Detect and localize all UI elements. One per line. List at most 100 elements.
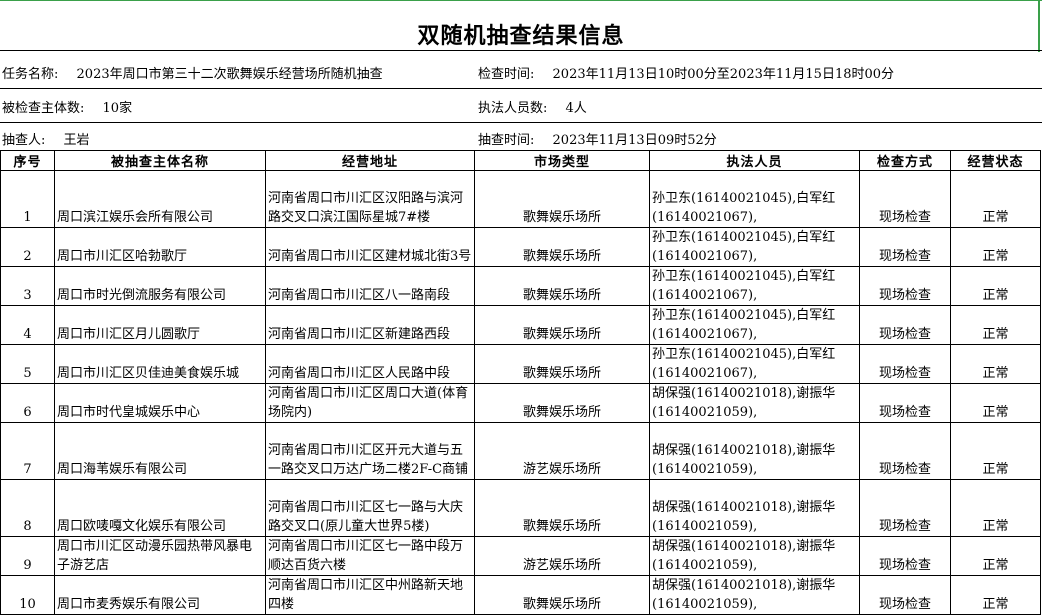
- officer-count: 执法人员数: 4人: [478, 101, 587, 117]
- subject-count-label: 被检查主体数:: [2, 101, 85, 116]
- business-address-cell[interactable]: 河南省周口市川汇区八一路南段: [265, 266, 475, 306]
- enforcement-officers-cell[interactable]: 胡保强(16140021018),谢振华(16140021059),: [649, 536, 860, 576]
- col-header-officers[interactable]: 执法人员: [649, 150, 860, 171]
- row-number-cell[interactable]: 4: [0, 305, 55, 345]
- business-status-cell[interactable]: 正常: [950, 383, 1041, 423]
- market-type-cell[interactable]: 游艺娱乐场所: [474, 536, 650, 576]
- col-header-method[interactable]: 检查方式: [859, 150, 951, 171]
- row-number-cell[interactable]: 1: [0, 170, 55, 228]
- divider: [0, 88, 1042, 89]
- market-type-cell[interactable]: 歌舞娱乐场所: [474, 266, 650, 306]
- inspection-method-cell[interactable]: 现场检查: [859, 344, 951, 384]
- officer-count-value: 4人: [565, 101, 587, 116]
- business-status-cell[interactable]: 正常: [950, 170, 1041, 228]
- business-address-cell[interactable]: 河南省周口市川汇区汉阳路与滨河路交叉口滨江国际星城7#楼: [265, 170, 475, 228]
- task-name: 任务名称: 2023年周口市第三十二次歌舞娱乐经营场所随机抽查: [2, 67, 383, 83]
- business-address-cell[interactable]: 河南省周口市川汇区周口大道(体育场院内): [265, 383, 475, 423]
- enforcement-officers-cell[interactable]: 孙卫东(16140021045),白军红(16140021067),: [649, 344, 860, 384]
- business-status-cell[interactable]: 正常: [950, 422, 1041, 480]
- market-type-cell[interactable]: 歌舞娱乐场所: [474, 305, 650, 345]
- col-header-market-type[interactable]: 市场类型: [474, 150, 650, 171]
- market-type-cell[interactable]: 歌舞娱乐场所: [474, 344, 650, 384]
- row-number-cell[interactable]: 2: [0, 227, 55, 267]
- subject-name-cell[interactable]: 周口市川汇区贝佳迪美食娱乐城: [54, 344, 266, 384]
- enforcement-officers-cell[interactable]: 孙卫东(16140021045),白军红(16140021067),: [649, 305, 860, 345]
- business-address-cell[interactable]: 河南省周口市川汇区七一路与大庆路交叉口(原儿童大世界5楼): [265, 479, 475, 537]
- inspection-method-cell[interactable]: 现场检查: [859, 227, 951, 267]
- row-number-cell[interactable]: 10: [0, 575, 55, 615]
- check-time-label: 检查时间:: [478, 67, 535, 82]
- business-address-cell[interactable]: 河南省周口市川汇区建材城北街3号: [265, 227, 475, 267]
- enforcement-officers-cell[interactable]: 胡保强(16140021018),谢振华(16140021059),: [649, 575, 860, 615]
- market-type-cell[interactable]: 歌舞娱乐场所: [474, 227, 650, 267]
- inspection-method-cell[interactable]: 现场检查: [859, 305, 951, 345]
- table-row: 9 周口市川汇区动漫乐园热带风暴电子游艺店 河南省周口市川汇区七一路中段万顺达百货六…: [0, 536, 1041, 576]
- table-row: 3 周口市时光倒流服务有限公司 河南省周口市川汇区八一路南段 歌舞娱乐场所 孙卫东(16…: [0, 266, 1041, 306]
- business-status-cell[interactable]: 正常: [950, 575, 1041, 615]
- inspection-method-cell[interactable]: 现场检查: [859, 479, 951, 537]
- subject-name-cell[interactable]: 周口海苇娱乐有限公司: [54, 422, 266, 480]
- row-number-cell[interactable]: 7: [0, 422, 55, 480]
- enforcement-officers-cell[interactable]: 孙卫东(16140021045),白军红(16140021067),: [649, 227, 860, 267]
- subject-name-cell[interactable]: 周口市时光倒流服务有限公司: [54, 266, 266, 306]
- draw-time-label: 抽查时间:: [478, 133, 535, 148]
- business-address-cell[interactable]: 河南省周口市川汇区中州路新天地四楼: [265, 575, 475, 615]
- subject-count-value: 10家: [102, 101, 133, 116]
- inspection-method-cell[interactable]: 现场检查: [859, 575, 951, 615]
- divider: [0, 122, 1042, 123]
- inspection-method-cell[interactable]: 现场检查: [859, 536, 951, 576]
- subject-name-cell[interactable]: 周口滨江娱乐会所有限公司: [54, 170, 266, 228]
- subject-name-cell[interactable]: 周口市麦秀娱乐有限公司: [54, 575, 266, 615]
- results-table: 序号 被抽查主体名称 经营地址 市场类型 执法人员 检查方式 经营状态 1 周口滨…: [0, 150, 1041, 615]
- inspection-method-cell[interactable]: 现场检查: [859, 422, 951, 480]
- table-row: 1 周口滨江娱乐会所有限公司 河南省周口市川汇区汉阳路与滨河路交叉口滨江国际星城7#…: [0, 170, 1041, 228]
- business-status-cell[interactable]: 正常: [950, 479, 1041, 537]
- inspection-method-cell[interactable]: 现场检查: [859, 266, 951, 306]
- business-status-cell[interactable]: 正常: [950, 266, 1041, 306]
- subject-name-cell[interactable]: 周口市川汇区哈勃歌厅: [54, 227, 266, 267]
- subject-name-cell[interactable]: 周口市时代皇城娱乐中心: [54, 383, 266, 423]
- market-type-cell[interactable]: 歌舞娱乐场所: [474, 575, 650, 615]
- col-header-no[interactable]: 序号: [0, 150, 55, 171]
- sheet-top-border: [0, 0, 1042, 1]
- inspection-method-cell[interactable]: 现场检查: [859, 170, 951, 228]
- enforcement-officers-cell[interactable]: 孙卫东(16140021045),白军红(16140021067),: [649, 170, 860, 228]
- row-number-cell[interactable]: 3: [0, 266, 55, 306]
- inspection-method-cell[interactable]: 现场检查: [859, 383, 951, 423]
- business-status-cell[interactable]: 正常: [950, 227, 1041, 267]
- row-number-cell[interactable]: 8: [0, 479, 55, 537]
- subject-name-cell[interactable]: 周口欧唛嘎文化娱乐有限公司: [54, 479, 266, 537]
- drawer-value: 王岩: [63, 133, 90, 148]
- business-address-cell[interactable]: 河南省周口市川汇区开元大道与五一路交叉口万达广场二楼2F-C商铺: [265, 422, 475, 480]
- table-row: 8 周口欧唛嘎文化娱乐有限公司 河南省周口市川汇区七一路与大庆路交叉口(原儿童大世界…: [0, 479, 1041, 537]
- row-number-cell[interactable]: 6: [0, 383, 55, 423]
- market-type-cell[interactable]: 歌舞娱乐场所: [474, 170, 650, 228]
- market-type-cell[interactable]: 歌舞娱乐场所: [474, 383, 650, 423]
- market-type-cell[interactable]: 歌舞娱乐场所: [474, 479, 650, 537]
- table-row: 5 周口市川汇区贝佳迪美食娱乐城 河南省周口市川汇区人民路中段 歌舞娱乐场所 孙卫东(1…: [0, 344, 1041, 384]
- check-time: 检查时间: 2023年11月13日10时00分至2023年11月15日18时00…: [478, 67, 894, 83]
- col-header-name[interactable]: 被抽查主体名称: [54, 150, 266, 171]
- subject-name-cell[interactable]: 周口市川汇区月儿圆歌厅: [54, 305, 266, 345]
- col-header-status[interactable]: 经营状态: [950, 150, 1041, 171]
- enforcement-officers-cell[interactable]: 孙卫东(16140021045),白军红(16140021067),: [649, 266, 860, 306]
- business-status-cell[interactable]: 正常: [950, 536, 1041, 576]
- table-row: 10 周口市麦秀娱乐有限公司 河南省周口市川汇区中州路新天地四楼 歌舞娱乐场所 胡保强(…: [0, 575, 1041, 615]
- business-status-cell[interactable]: 正常: [950, 344, 1041, 384]
- market-type-cell[interactable]: 游艺娱乐场所: [474, 422, 650, 480]
- drawer-label: 抽查人:: [2, 133, 46, 148]
- task-name-value: 2023年周口市第三十二次歌舞娱乐经营场所随机抽查: [76, 67, 383, 82]
- row-number-cell[interactable]: 5: [0, 344, 55, 384]
- enforcement-officers-cell[interactable]: 胡保强(16140021018),谢振华(16140021059),: [649, 422, 860, 480]
- business-address-cell[interactable]: 河南省周口市川汇区人民路中段: [265, 344, 475, 384]
- business-status-cell[interactable]: 正常: [950, 305, 1041, 345]
- drawer: 抽查人: 王岩: [2, 133, 90, 149]
- business-address-cell[interactable]: 河南省周口市川汇区新建路西段: [265, 305, 475, 345]
- task-name-label: 任务名称:: [2, 67, 59, 82]
- enforcement-officers-cell[interactable]: 胡保强(16140021018),谢振华(16140021059),: [649, 479, 860, 537]
- col-header-address[interactable]: 经营地址: [265, 150, 475, 171]
- row-number-cell[interactable]: 9: [0, 536, 55, 576]
- business-address-cell[interactable]: 河南省周口市川汇区七一路中段万顺达百货六楼: [265, 536, 475, 576]
- subject-name-cell[interactable]: 周口市川汇区动漫乐园热带风暴电子游艺店: [54, 536, 266, 576]
- enforcement-officers-cell[interactable]: 胡保强(16140021018),谢振华(16140021059),: [649, 383, 860, 423]
